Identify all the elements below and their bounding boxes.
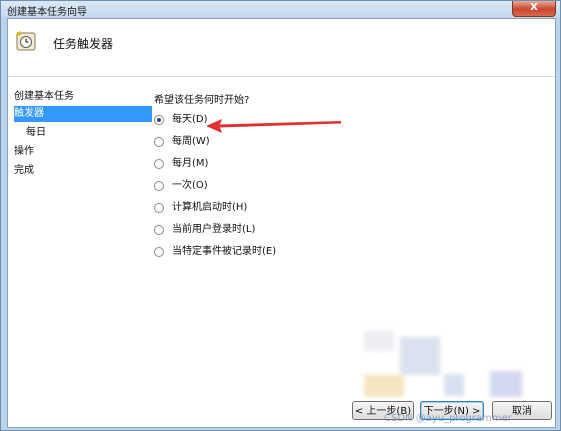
step-finish[interactable]: 完成 [14, 163, 34, 179]
option-label: 每月(M) [172, 158, 209, 169]
radio-at-logon[interactable] [154, 225, 164, 235]
option-label: 每天(D) [172, 114, 208, 125]
header-divider [8, 76, 555, 77]
option-label: 每周(W) [172, 136, 210, 147]
option-label: 当前用户登录时(L) [172, 224, 256, 235]
title-bar: 创建基本任务向导 X [1, 1, 560, 18]
question-label: 希望该任务何时开始? [154, 95, 250, 106]
blur-patch [364, 331, 394, 351]
radio-once[interactable] [154, 181, 164, 191]
radio-weekly[interactable] [154, 137, 164, 147]
blur-patch [444, 374, 464, 396]
watermark: CSDN @ayu_programmer [384, 413, 512, 424]
wizard-content: 任务触发器 创建基本任务 触发器 每日 操作 完成 希望该任务何时开始? 每天(… [7, 18, 556, 428]
page-title: 任务触发器 [53, 37, 114, 51]
red-arrow-annotation [206, 119, 341, 133]
blur-patch [490, 371, 522, 397]
step-action[interactable]: 操作 [14, 144, 34, 160]
window-title: 创建基本任务向导 [7, 7, 87, 18]
blur-patch [364, 375, 404, 397]
radio-on-event[interactable] [154, 247, 164, 257]
step-create-basic-task[interactable]: 创建基本任务 [14, 89, 74, 105]
radio-daily[interactable] [154, 115, 164, 125]
step-daily[interactable]: 每日 [26, 125, 46, 141]
close-button[interactable]: X [512, 1, 556, 17]
option-label: 当特定事件被记录时(E) [172, 246, 277, 257]
blur-patch [400, 337, 440, 375]
wizard-window: 创建基本任务向导 X 任务触发器 创建基本任务 触发器 每日 操作 完成 希望该… [0, 0, 561, 431]
option-label: 计算机启动时(H) [172, 202, 248, 213]
radio-monthly[interactable] [154, 159, 164, 169]
wizard-header: 任务触发器 [8, 19, 555, 75]
clock-task-icon [16, 31, 36, 51]
radio-at-startup[interactable] [154, 203, 164, 213]
step-trigger[interactable]: 触发器 [14, 106, 152, 122]
option-label: 一次(O) [172, 180, 208, 191]
